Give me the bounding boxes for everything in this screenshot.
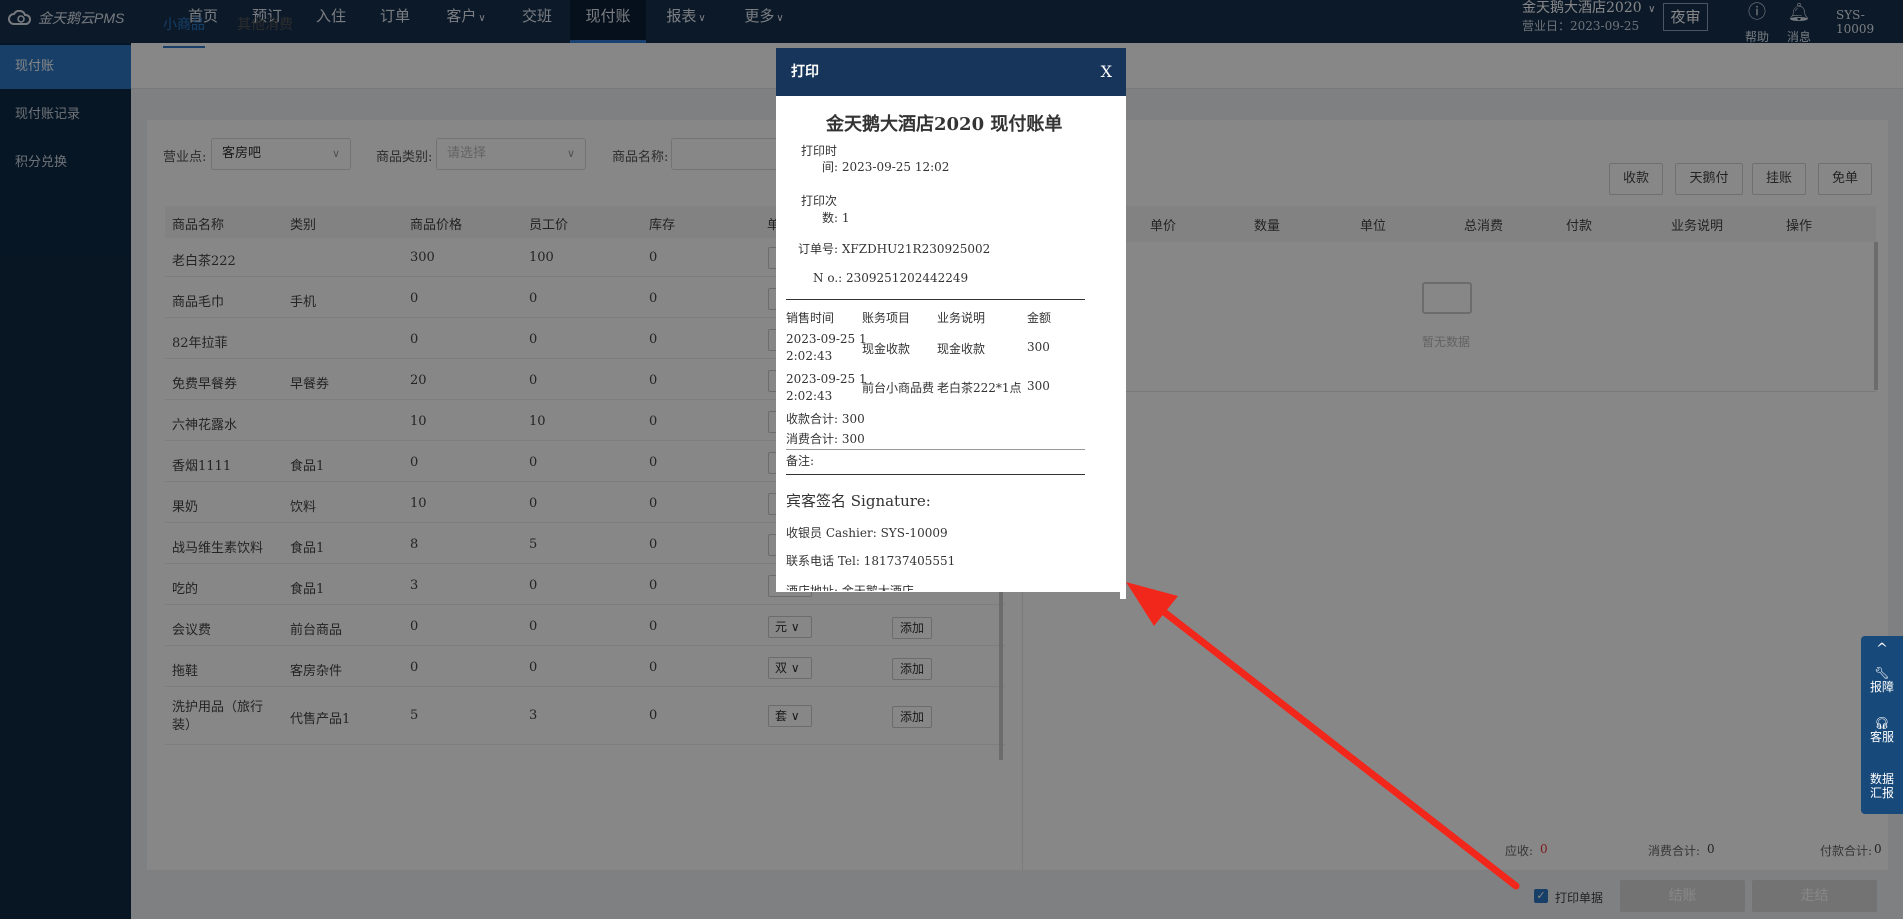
line1-amount: 300 (1027, 340, 1050, 354)
divider (786, 449, 1085, 450)
line2-item: 前台小商品费 (862, 381, 935, 395)
dialog-scrollbar[interactable] (1120, 499, 1126, 599)
divider (786, 474, 1085, 475)
receipt-title: 金天鹅大酒店2020 现付账单 (826, 114, 1063, 135)
wrench-icon: 🔧︎ (1874, 666, 1890, 680)
print-time-label: 打印时 (801, 144, 838, 158)
dialog-title: 打印 (791, 64, 819, 80)
line1-desc: 现金收款 (937, 342, 986, 356)
dialog-header: 打印 X (776, 48, 1126, 96)
line2-time: 2023-09-25 1 (786, 372, 867, 386)
dock-collapse[interactable]: ^ (1861, 642, 1903, 656)
cashier: 收银员 Cashier: SYS-10009 (786, 526, 948, 540)
line1-time: 2023-09-25 1 (786, 332, 867, 346)
col-desc: 业务说明 (937, 311, 986, 325)
serial-number: N o.: 2309251202442249 (813, 271, 969, 285)
print-dialog: 打印 X 金天鹅大酒店2020 现付账单 打印时 间: 2023-09-25 1… (776, 48, 1126, 592)
col-account-item: 账务项目 (862, 311, 911, 325)
dock-report[interactable]: 🔧︎ 报障 (1861, 666, 1903, 694)
right-dock: ^ 🔧︎ 报障 🎧︎ 客服 数据汇报 (1861, 636, 1903, 814)
address: 酒店地址: 金天鹅大酒店 (786, 584, 914, 591)
dock-data-report[interactable]: 数据汇报 (1861, 772, 1903, 800)
divider (786, 299, 1085, 300)
close-icon[interactable]: X (1101, 48, 1112, 96)
line2-desc: 老白茶222*1点 (937, 381, 1022, 395)
consume-total: 消费合计: 300 (786, 432, 865, 446)
dock-service[interactable]: 🎧︎ 客服 (1861, 716, 1903, 744)
line2-time-cont: 2:02:43 (786, 389, 833, 403)
receipt-total: 收款合计: 300 (786, 412, 865, 426)
order-number: 订单号: XFZDHU21R230925002 (798, 242, 991, 256)
receipt-preview[interactable]: 金天鹅大酒店2020 现付账单 打印时 间: 2023-09-25 12:02 … (776, 96, 1121, 591)
print-time-value: 间: 2023-09-25 12:02 (822, 160, 950, 174)
headset-icon: 🎧︎ (1874, 716, 1890, 730)
print-count-label: 打印次 (801, 194, 838, 208)
telephone: 联系电话 Tel: 181737405551 (786, 554, 956, 568)
line1-item: 现金收款 (862, 342, 911, 356)
remark: 备注: (786, 454, 815, 468)
col-sale-time: 销售时间 (786, 311, 835, 325)
line1-time-cont: 2:02:43 (786, 349, 833, 363)
print-count-value: 数: 1 (822, 211, 850, 225)
line2-amount: 300 (1027, 379, 1050, 393)
signature: 宾客签名 Signature: (786, 492, 931, 510)
col-amount: 金额 (1027, 311, 1052, 325)
